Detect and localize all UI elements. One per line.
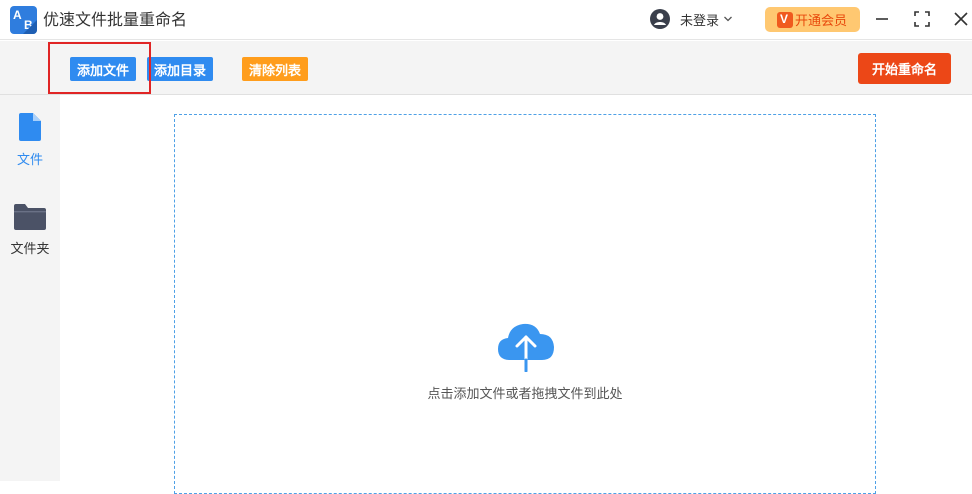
vip-icon: V <box>777 11 793 28</box>
file-icon <box>19 113 41 141</box>
vip-label: 开通会员 <box>795 14 848 29</box>
drop-zone-hint: 点击添加文件或者拖拽文件到此处 <box>427 387 623 402</box>
app-logo-icon: AB <box>10 6 37 34</box>
maximize-icon[interactable] <box>911 8 933 30</box>
cloud-upload-icon <box>498 323 554 372</box>
folder-icon <box>14 204 46 230</box>
add-folder-button[interactable]: 添加目录 <box>147 57 214 81</box>
user-login-menu[interactable]: 未登录 <box>650 6 733 32</box>
close-icon[interactable] <box>950 8 972 30</box>
sidebar: 文件 文件夹 <box>0 95 60 481</box>
vip-membership-button[interactable]: V 开通会员 <box>765 7 860 32</box>
clear-list-button[interactable]: 清除列表 <box>242 57 309 81</box>
app-title: 优速文件批量重命名 <box>43 10 188 29</box>
sidebar-item-file[interactable]: 文件 <box>0 113 60 168</box>
highlight-box-add-file <box>48 42 151 94</box>
sidebar-item-label: 文件 <box>16 153 43 168</box>
sidebar-item-folder[interactable]: 文件夹 <box>0 204 60 257</box>
login-status-label: 未登录 <box>680 13 720 29</box>
sidebar-item-label: 文件夹 <box>10 242 50 257</box>
user-avatar-icon <box>650 9 670 29</box>
minimize-icon[interactable] <box>871 8 893 30</box>
main-content: 点击添加文件或者拖拽文件到此处 <box>60 95 972 494</box>
title-bar: AB 优速文件批量重命名 未登录 V 开通会员 <box>0 0 972 40</box>
start-rename-button[interactable]: 开始重命名 <box>858 53 952 84</box>
chevron-down-icon <box>724 16 732 22</box>
file-drop-zone[interactable]: 点击添加文件或者拖拽文件到此处 <box>174 114 876 494</box>
